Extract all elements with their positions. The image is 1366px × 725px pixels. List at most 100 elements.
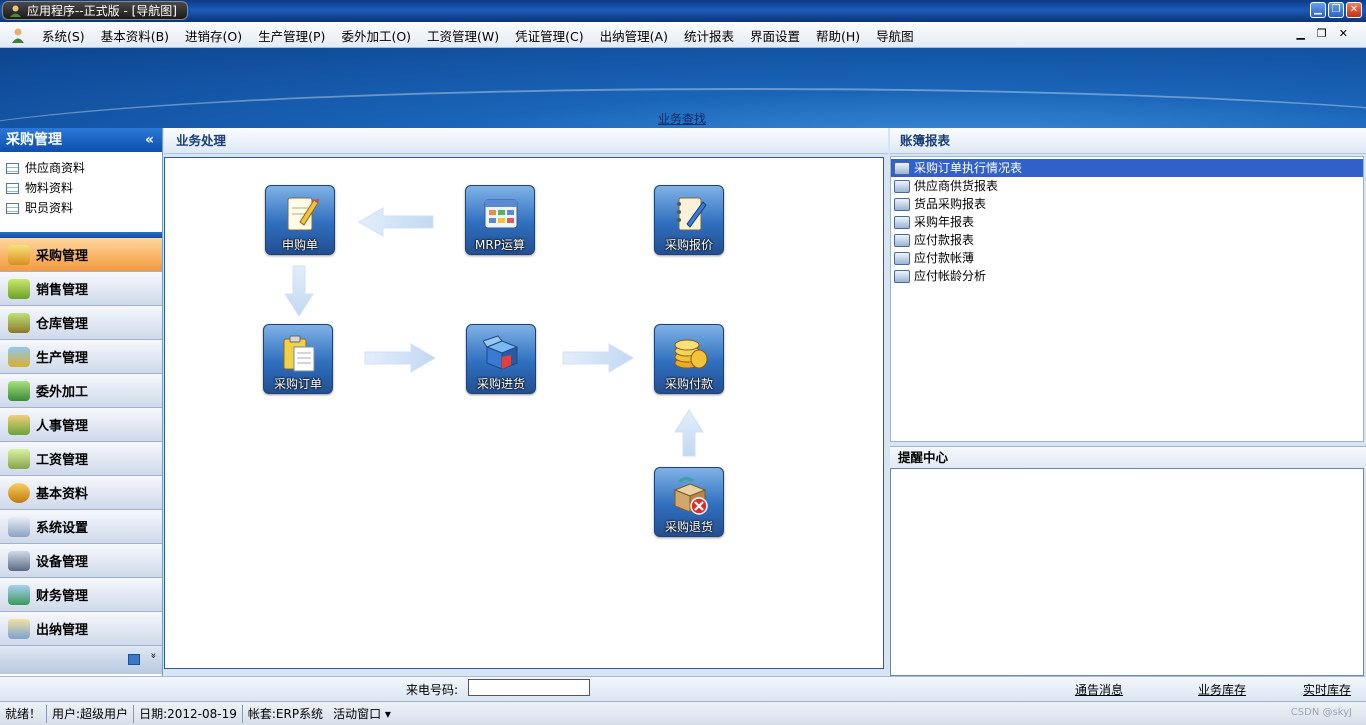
menu-reports[interactable]: 统计报表 bbox=[676, 26, 742, 45]
minimize-button[interactable]: ▁ bbox=[1310, 2, 1326, 18]
left-nav-title: 采购管理 bbox=[6, 132, 62, 148]
mdi-close-button[interactable]: ✕ bbox=[1339, 27, 1348, 40]
nav-label: 系统设置 bbox=[36, 521, 89, 536]
equipment-icon bbox=[8, 550, 30, 571]
left-nav: 采购管理 « 供应商资料 物料资料 职员资料 采购管理 销售管理 仓库管理 生产… bbox=[0, 128, 163, 676]
node-purchase-payment[interactable]: 采购付款 bbox=[654, 324, 724, 394]
node-purchase-quote[interactable]: 采购报价 bbox=[654, 185, 724, 255]
window-stack-icon[interactable] bbox=[128, 654, 140, 665]
report-item-payables[interactable]: 应付款报表 bbox=[891, 231, 1363, 249]
nav-basic-data[interactable]: 基本资料 bbox=[0, 476, 162, 510]
active-window-dropdown[interactable]: 活动窗口 ▾ bbox=[328, 705, 396, 723]
mdi-minimize-button[interactable]: ▁ bbox=[1296, 27, 1304, 40]
business-search-link[interactable]: 业务查找 bbox=[658, 110, 706, 127]
menu-bar: 系统(S) 基本资料(B) 进销存(O) 生产管理(P) 委外加工(O) 工资管… bbox=[0, 22, 1366, 48]
node-purchase-receipt[interactable]: 采购进货 bbox=[466, 324, 536, 394]
gear-icon bbox=[8, 482, 30, 503]
arrow-left bbox=[358, 207, 434, 237]
realtime-stock-link[interactable]: 实时库存 bbox=[1303, 681, 1351, 698]
sub-item-label: 职员资料 bbox=[25, 201, 74, 215]
menu-production[interactable]: 生产管理(P) bbox=[250, 26, 333, 45]
arrow-up bbox=[674, 409, 704, 457]
nav-production[interactable]: 生产管理 bbox=[0, 340, 162, 374]
nav-label: 委外加工 bbox=[36, 385, 89, 400]
nav-label: 人事管理 bbox=[36, 419, 89, 434]
node-label: 申购单 bbox=[281, 238, 318, 252]
caller-id-input[interactable] bbox=[468, 679, 590, 696]
restore-button[interactable]: ❐ bbox=[1328, 2, 1344, 18]
table-icon bbox=[6, 202, 19, 214]
node-label: 采购退货 bbox=[664, 520, 713, 534]
nav-warehouse[interactable]: 仓库管理 bbox=[0, 306, 162, 340]
mdi-restore-button[interactable]: ❐ bbox=[1317, 27, 1327, 40]
nav-hr[interactable]: 人事管理 bbox=[0, 408, 162, 442]
sub-item-label: 供应商资料 bbox=[25, 161, 86, 175]
left-nav-footer: » bbox=[0, 646, 162, 674]
nav-label: 出纳管理 bbox=[36, 623, 89, 638]
status-bar: 就绪！ 用户:超级用户 日期:2012-08-19 帐套:ERP系统 活动窗口 … bbox=[0, 701, 1366, 725]
table-icon bbox=[6, 162, 19, 174]
nav-cashier[interactable]: 出纳管理 bbox=[0, 612, 162, 646]
nav-payroll[interactable]: 工资管理 bbox=[0, 442, 162, 476]
node-purchase-return[interactable]: 采购退货 bbox=[654, 467, 724, 537]
nav-label: 设备管理 bbox=[36, 555, 89, 570]
people-icon bbox=[8, 414, 30, 435]
menu-navigation[interactable]: 导航图 bbox=[868, 26, 922, 45]
report-item-goods-purchase[interactable]: 货品采购报表 bbox=[891, 195, 1363, 213]
nav-label: 销售管理 bbox=[36, 283, 89, 298]
left-nav-header: 采购管理 « bbox=[0, 128, 162, 152]
menu-inventory[interactable]: 进销存(O) bbox=[177, 26, 250, 45]
nav-purchase[interactable]: 采购管理 bbox=[0, 238, 162, 272]
report-window-icon bbox=[894, 161, 910, 175]
report-window-icon bbox=[894, 233, 910, 247]
sub-item-staff[interactable]: 职员资料 bbox=[6, 198, 162, 218]
title-bar: 应用程序--正式版 - [导航图] ▁ ❐ ✕ bbox=[0, 0, 1366, 22]
node-purchase-order[interactable]: 采购订单 bbox=[263, 324, 333, 394]
menu-outsourcing[interactable]: 委外加工(O) bbox=[333, 26, 419, 45]
collapse-icon[interactable]: « bbox=[145, 128, 154, 152]
reminder-center-panel bbox=[890, 468, 1364, 676]
business-panel-header: 业务处理 bbox=[164, 128, 888, 154]
arrow-down bbox=[284, 265, 314, 317]
sub-item-list: 供应商资料 物料资料 职员资料 bbox=[0, 152, 162, 232]
menu-payroll[interactable]: 工资管理(W) bbox=[419, 26, 507, 45]
nav-system-settings[interactable]: 系统设置 bbox=[0, 510, 162, 544]
node-label: MRP运算 bbox=[475, 238, 525, 252]
menu-voucher[interactable]: 凭证管理(C) bbox=[507, 26, 591, 45]
payroll-icon bbox=[8, 448, 30, 469]
nav-outsourcing[interactable]: 委外加工 bbox=[0, 374, 162, 408]
menu-help[interactable]: 帮助(H) bbox=[808, 26, 868, 45]
node-label: 采购报价 bbox=[664, 238, 713, 252]
report-label: 采购订单执行情况表 bbox=[914, 161, 1023, 175]
settings-icon bbox=[8, 516, 30, 537]
nav-sales[interactable]: 销售管理 bbox=[0, 272, 162, 306]
report-item-payables-ledger[interactable]: 应付款帐薄 bbox=[891, 249, 1363, 267]
warehouse-icon bbox=[8, 312, 30, 333]
report-window-icon bbox=[894, 179, 910, 193]
notice-link[interactable]: 通告消息 bbox=[1075, 681, 1123, 698]
sub-item-supplier[interactable]: 供应商资料 bbox=[6, 158, 162, 178]
business-stock-link[interactable]: 业务库存 bbox=[1198, 681, 1246, 698]
report-label: 供应商供货报表 bbox=[914, 179, 999, 193]
node-mrp[interactable]: MRP运算 bbox=[465, 185, 535, 255]
menu-system[interactable]: 系统(S) bbox=[34, 26, 93, 45]
arrow-right bbox=[364, 343, 436, 373]
chevron-down-icon[interactable]: » bbox=[147, 652, 158, 658]
menu-basic-data[interactable]: 基本资料(B) bbox=[93, 26, 177, 45]
node-purchase-request[interactable]: 申购单 bbox=[265, 185, 335, 255]
close-button[interactable]: ✕ bbox=[1346, 2, 1362, 18]
report-item-supplier-supply[interactable]: 供应商供货报表 bbox=[891, 177, 1363, 195]
report-item-aging-analysis[interactable]: 应付帐龄分析 bbox=[891, 267, 1363, 285]
menu-cashier[interactable]: 出纳管理(A) bbox=[592, 26, 676, 45]
sub-item-material[interactable]: 物料资料 bbox=[6, 178, 162, 198]
nav-label: 生产管理 bbox=[36, 351, 89, 366]
report-label: 应付帐龄分析 bbox=[914, 269, 987, 283]
nav-finance[interactable]: 财务管理 bbox=[0, 578, 162, 612]
reminder-center-header: 提醒中心 bbox=[890, 446, 1366, 468]
report-window-icon bbox=[894, 215, 910, 229]
nav-equipment[interactable]: 设备管理 bbox=[0, 544, 162, 578]
report-item-order-execution[interactable]: 采购订单执行情况表 bbox=[891, 159, 1363, 177]
menu-ui-settings[interactable]: 界面设置 bbox=[742, 26, 808, 45]
clipboard-icon bbox=[283, 335, 315, 372]
report-item-purchase-annual[interactable]: 采购年报表 bbox=[891, 213, 1363, 231]
